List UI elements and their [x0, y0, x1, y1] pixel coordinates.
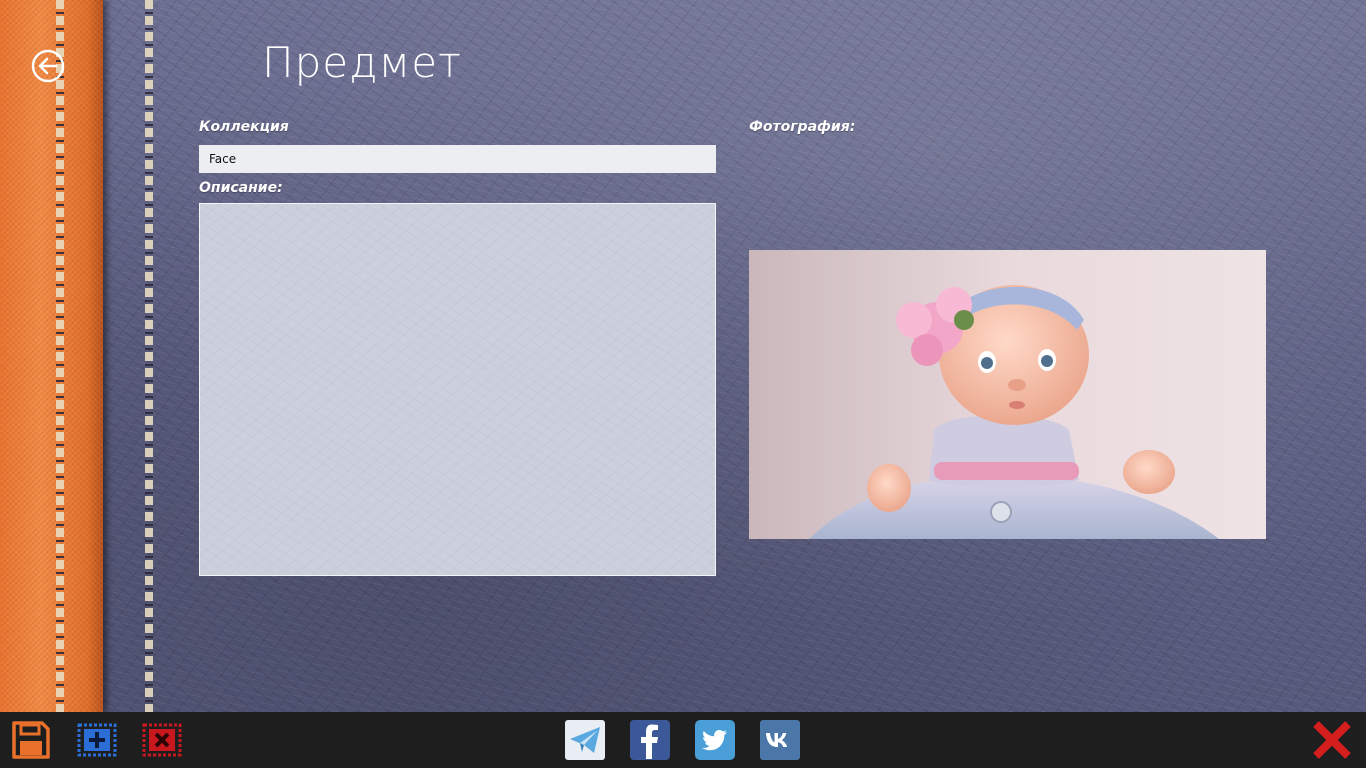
share-telegram-button[interactable] [564, 719, 606, 761]
decorative-orange-strip [0, 0, 103, 712]
twitter-icon [695, 720, 735, 760]
delete-item-icon [142, 723, 182, 757]
decorative-stitch [145, 0, 153, 712]
close-icon [1313, 721, 1351, 759]
collection-label: Коллекция [199, 119, 289, 135]
telegram-icon [565, 720, 605, 760]
share-facebook-button[interactable] [629, 719, 671, 761]
facebook-icon [630, 720, 670, 760]
bottom-app-bar [0, 712, 1366, 768]
share-twitter-button[interactable] [694, 719, 736, 761]
description-textarea[interactable] [199, 203, 716, 576]
share-vk-button[interactable] [759, 719, 801, 761]
delete-item-button[interactable] [141, 719, 183, 761]
description-label: Описание: [199, 180, 283, 196]
item-photo[interactable] [749, 250, 1266, 539]
back-button[interactable] [31, 49, 65, 83]
save-button[interactable] [10, 719, 52, 761]
doll-photo-image [749, 250, 1266, 539]
decorative-stitch [56, 0, 64, 712]
collection-input[interactable] [199, 145, 716, 173]
arrow-left-icon [31, 49, 65, 83]
vk-icon [760, 720, 800, 760]
add-item-button[interactable] [76, 719, 118, 761]
close-button[interactable] [1311, 719, 1353, 761]
photo-label: Фотография: [749, 119, 856, 135]
save-icon [12, 721, 50, 759]
add-item-icon [77, 723, 117, 757]
page-title: Предмет [262, 38, 463, 87]
